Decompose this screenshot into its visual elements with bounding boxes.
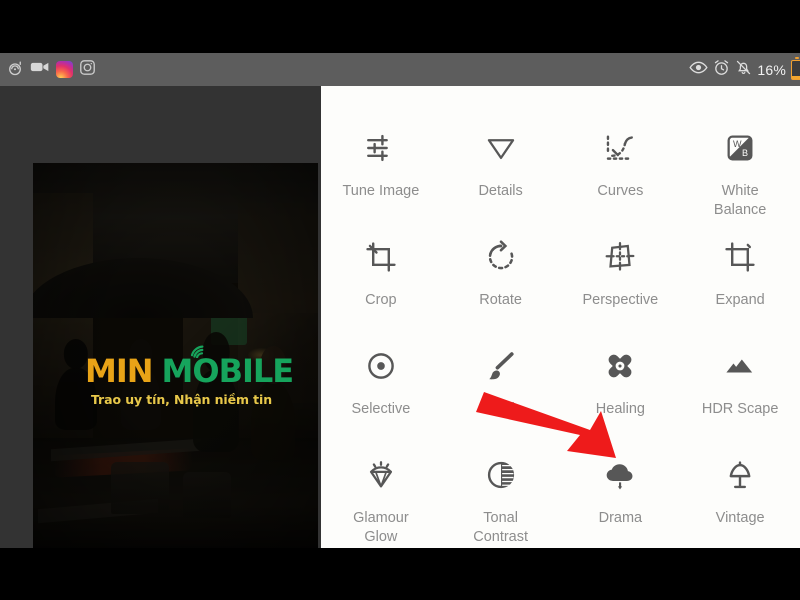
cloud-icon [603, 455, 637, 495]
tool-label: Expand [715, 292, 765, 308]
photo-preview[interactable]: MIN MOBILE Trao uy tín, Nhận niềm tin [33, 163, 318, 548]
diamond-icon [364, 455, 398, 495]
tool-label: Healing [595, 401, 645, 417]
bell-muted-icon [735, 59, 752, 81]
video-camera-icon [30, 60, 50, 79]
tool-vintage[interactable]: Vintage [680, 451, 800, 528]
tool-glamour-glow[interactable]: Glamour Glow [321, 451, 441, 547]
tools-panel: Tune Image Details Curves W B White Bala… [321, 86, 800, 548]
status-bar-right-icons: 16% [689, 56, 800, 81]
status-bar: 16% [0, 53, 800, 86]
tool-crop[interactable]: Crop [321, 233, 441, 310]
tools-grid: Tune Image Details Curves W B White Bala… [321, 124, 800, 548]
tool-details[interactable]: Details [441, 124, 561, 201]
tool-white-balance[interactable]: W B White Balance [680, 124, 800, 220]
tool-label: Rotate [479, 292, 522, 308]
status-bar-left-icons [6, 58, 96, 81]
bottom-letterbox [0, 548, 800, 600]
alarm-clock-icon [713, 59, 730, 81]
perspective-icon [603, 237, 637, 277]
tool-rotate[interactable]: Rotate [441, 233, 561, 310]
instagram-outline-icon [79, 59, 96, 81]
tool-tune-image[interactable]: Tune Image [321, 124, 441, 201]
healing-icon [603, 346, 637, 386]
tool-hdr-scape[interactable]: HDR Scape [680, 342, 800, 419]
rotate-icon [484, 237, 518, 277]
tool-label: Tune Image [342, 183, 420, 199]
battery-icon [791, 56, 800, 80]
tool-brush[interactable]: Brush [441, 342, 561, 419]
cast-screen-icon [6, 58, 24, 81]
white-balance-icon: W B [723, 128, 757, 168]
svg-text:B: B [742, 148, 748, 158]
tool-label: Perspective [582, 292, 659, 308]
tool-label: Curves [597, 183, 644, 199]
selective-icon [364, 346, 398, 386]
tool-label: Selective [351, 401, 411, 417]
tool-label: Drama [598, 510, 643, 526]
tool-selective[interactable]: Selective [321, 342, 441, 419]
mountains-icon [723, 346, 757, 386]
tool-curves[interactable]: Curves [561, 124, 681, 201]
instagram-app-icon [56, 61, 73, 78]
tool-label: HDR Scape [701, 401, 779, 417]
expand-icon [723, 237, 757, 277]
tool-label: Details [478, 183, 523, 199]
svg-text:W: W [733, 139, 742, 149]
sliders-icon [364, 128, 398, 168]
tool-label: Brush [481, 401, 520, 417]
tool-expand[interactable]: Expand [680, 233, 800, 310]
triangle-down-icon [484, 128, 518, 168]
tool-label: White Balance [713, 183, 767, 219]
tool-label: Vintage [715, 510, 765, 526]
curves-icon [603, 128, 637, 168]
phone-screenshot: 16% MIN MOBILE Trao uy tín, Nhận niềm ti… [0, 0, 800, 600]
tool-drama[interactable]: Drama [561, 451, 681, 528]
tool-label: Crop [365, 292, 397, 308]
brush-icon [484, 346, 518, 386]
battery-percent-label: 16% [757, 61, 786, 78]
tool-healing[interactable]: Healing [561, 342, 681, 419]
eye-icon [689, 60, 708, 80]
photo-vignette [33, 163, 318, 548]
half-circle-icon [484, 455, 518, 495]
editor-workspace: MIN MOBILE Trao uy tín, Nhận niềm tin Tu… [0, 86, 800, 548]
tool-tonal-contrast[interactable]: Tonal Contrast [441, 451, 561, 547]
tool-label: Tonal Contrast [473, 510, 529, 546]
tool-perspective[interactable]: Perspective [561, 233, 681, 310]
tool-label: Glamour Glow [353, 510, 409, 546]
crop-icon [364, 237, 398, 277]
lamp-icon [723, 455, 757, 495]
